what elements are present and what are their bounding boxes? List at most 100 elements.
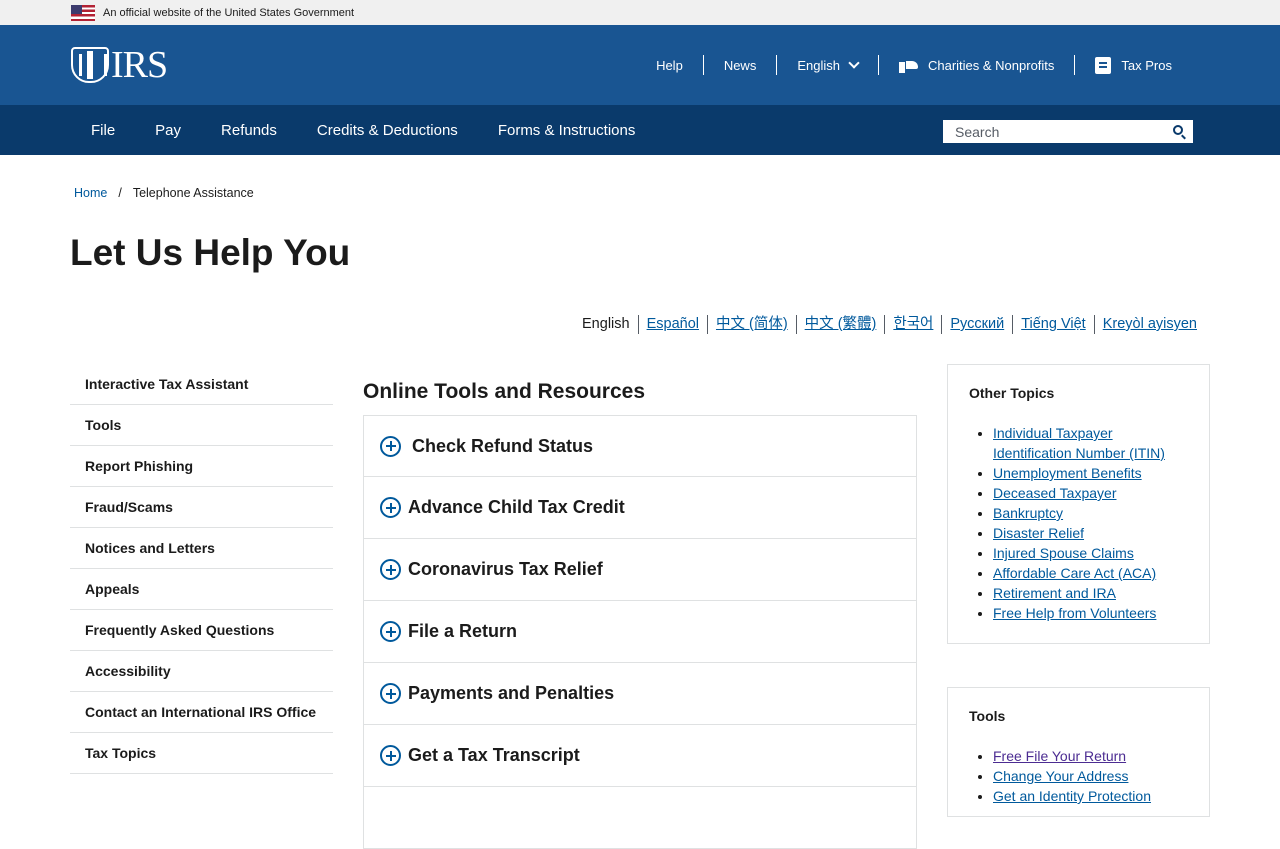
link-deceased-taxpayer[interactable]: Deceased Taxpayer — [993, 485, 1116, 501]
logo-text: IRS — [111, 44, 168, 86]
breadcrumb-current: Telephone Assistance — [132, 186, 254, 200]
breadcrumb-separator: / — [118, 186, 122, 200]
utility-nav: Help News English Charities & Nonprofits… — [636, 25, 1192, 105]
breadcrumb: Home / Telephone Assistance — [74, 186, 254, 200]
link-retirement-ira[interactable]: Retirement and IRA — [993, 585, 1116, 601]
charities-link[interactable]: Charities & Nonprofits — [877, 55, 1074, 75]
lang-vietnamese[interactable]: Tiếng Việt — [1012, 315, 1094, 334]
accordion-file-a-return[interactable]: File a Return — [363, 601, 917, 663]
other-topics-list: Individual Taxpayer Identification Numbe… — [969, 423, 1189, 623]
list-item: Change Your Address — [993, 766, 1189, 786]
sidebar-item-accessibility[interactable]: Accessibility — [70, 651, 333, 692]
plus-circle-icon — [380, 621, 401, 642]
link-identity-protection[interactable]: Get an Identity Protection — [993, 788, 1151, 804]
lang-haitian-creole[interactable]: Kreyòl ayisyen — [1093, 315, 1205, 334]
sidebar-item-notices-letters[interactable]: Notices and Letters — [70, 528, 333, 569]
accordion-next-partial[interactable] — [363, 787, 917, 849]
list-item: Affordable Care Act (ACA) — [993, 563, 1189, 583]
accordion-label: Advance Child Tax Credit — [408, 497, 625, 517]
nav-forms-instructions[interactable]: Forms & Instructions — [478, 122, 656, 139]
plus-circle-icon — [380, 435, 401, 457]
list-item: Free Help from Volunteers — [993, 603, 1189, 623]
sidebar-item-faq[interactable]: Frequently Asked Questions — [70, 610, 333, 651]
sidebar-item-international-office[interactable]: Contact an International IRS Office — [70, 692, 333, 733]
sidebar-item-interactive-tax-assistant[interactable]: Interactive Tax Assistant — [70, 364, 333, 405]
lang-chinese-simplified[interactable]: 中文 (简体) — [706, 315, 796, 334]
accordion-label: Check Refund Status — [412, 435, 594, 456]
tools-list: Free File Your Return Change Your Addres… — [969, 746, 1189, 806]
language-dropdown[interactable]: English — [776, 55, 878, 75]
charity-hand-icon — [898, 57, 919, 73]
accordion-coronavirus-tax-relief[interactable]: Coronavirus Tax Relief — [363, 539, 917, 601]
accordion-payments-penalties[interactable]: Payments and Penalties — [363, 663, 917, 725]
link-bankruptcy[interactable]: Bankruptcy — [993, 505, 1063, 521]
link-injured-spouse[interactable]: Injured Spouse Claims — [993, 545, 1134, 561]
charities-label: Charities & Nonprofits — [927, 57, 1055, 73]
eagle-logo-icon — [71, 47, 109, 83]
accordion-advance-child-tax-credit[interactable]: Advance Child Tax Credit — [363, 477, 917, 539]
plus-circle-icon — [380, 683, 401, 704]
accordion-label: Coronavirus Tax Relief — [408, 559, 603, 579]
list-item: Get an Identity Protection — [993, 786, 1189, 806]
search-icon[interactable] — [1173, 125, 1183, 135]
nav-refunds[interactable]: Refunds — [201, 122, 297, 139]
lang-korean[interactable]: 한국어 — [884, 315, 941, 334]
section-title: Online Tools and Resources — [363, 380, 646, 403]
tools-title: Tools — [969, 708, 1006, 724]
book-icon — [1095, 56, 1112, 74]
search-input[interactable]: Search — [943, 120, 1193, 143]
lang-spanish[interactable]: Español — [637, 315, 707, 334]
help-link[interactable]: Help — [636, 55, 703, 75]
list-item: Retirement and IRA — [993, 583, 1189, 603]
plus-circle-icon — [380, 497, 401, 518]
language-selector: English Español 中文 (简体) 中文 (繁體) 한국어 Русс… — [574, 315, 1205, 334]
link-disaster-relief[interactable]: Disaster Relief — [993, 525, 1084, 541]
sidebar-item-fraud-scams[interactable]: Fraud/Scams — [70, 487, 333, 528]
main-content: Online Tools and Resources Check Refund … — [363, 380, 917, 849]
list-item: Bankruptcy — [993, 503, 1189, 523]
gov-banner-text: An official website of the United States… — [103, 6, 355, 19]
plus-circle-icon — [380, 745, 401, 766]
link-free-help-volunteers[interactable]: Free Help from Volunteers — [993, 605, 1156, 621]
list-item: Free File Your Return — [993, 746, 1189, 766]
page-title: Let Us Help You — [70, 232, 351, 273]
link-free-file[interactable]: Free File Your Return — [993, 748, 1126, 764]
list-item: Individual Taxpayer Identification Numbe… — [993, 423, 1189, 463]
sidebar-nav: Interactive Tax Assistant Tools Report P… — [70, 364, 333, 774]
list-item: Deceased Taxpayer — [993, 483, 1189, 503]
link-unemployment-benefits[interactable]: Unemployment Benefits — [993, 465, 1142, 481]
search-placeholder: Search — [955, 123, 1000, 140]
accordion-check-refund-status[interactable]: Check Refund Status — [363, 415, 917, 477]
link-change-address[interactable]: Change Your Address — [993, 768, 1128, 784]
breadcrumb-home[interactable]: Home — [74, 186, 107, 200]
language-label: English — [797, 57, 840, 73]
site-header: IRS Help News English Charities & Nonpro… — [0, 25, 1280, 105]
accordion-get-tax-transcript[interactable]: Get a Tax Transcript — [363, 725, 917, 787]
nav-credits-deductions[interactable]: Credits & Deductions — [297, 122, 478, 139]
accordion-label: File a Return — [408, 621, 518, 641]
plus-circle-icon — [380, 559, 401, 580]
list-item: Injured Spouse Claims — [993, 543, 1189, 563]
us-flag-icon — [71, 4, 95, 21]
sidebar-item-report-phishing[interactable]: Report Phishing — [70, 446, 333, 487]
link-itin[interactable]: Individual Taxpayer Identification Numbe… — [993, 425, 1165, 461]
lang-english: English — [582, 316, 630, 332]
tools-box: Tools Free File Your Return Change Your … — [947, 687, 1210, 817]
other-topics-title: Other Topics — [969, 385, 1055, 401]
list-item: Disaster Relief — [993, 523, 1189, 543]
nav-file[interactable]: File — [71, 122, 135, 139]
sidebar-item-appeals[interactable]: Appeals — [70, 569, 333, 610]
lang-chinese-traditional[interactable]: 中文 (繁體) — [795, 315, 885, 334]
irs-logo[interactable]: IRS — [71, 44, 168, 86]
main-nav: File Pay Refunds Credits & Deductions Fo… — [0, 105, 1280, 155]
accordion-label: Payments and Penalties — [408, 683, 615, 703]
sidebar-item-tools[interactable]: Tools — [70, 405, 333, 446]
other-topics-box: Other Topics Individual Taxpayer Identif… — [947, 364, 1210, 644]
link-aca[interactable]: Affordable Care Act (ACA) — [993, 565, 1156, 581]
chevron-down-icon — [848, 57, 860, 69]
sidebar-item-tax-topics[interactable]: Tax Topics — [70, 733, 333, 774]
lang-russian[interactable]: Русский — [941, 315, 1012, 334]
nav-pay[interactable]: Pay — [135, 122, 201, 139]
news-link[interactable]: News — [702, 55, 777, 75]
tax-pros-link[interactable]: Tax Pros — [1074, 55, 1192, 75]
